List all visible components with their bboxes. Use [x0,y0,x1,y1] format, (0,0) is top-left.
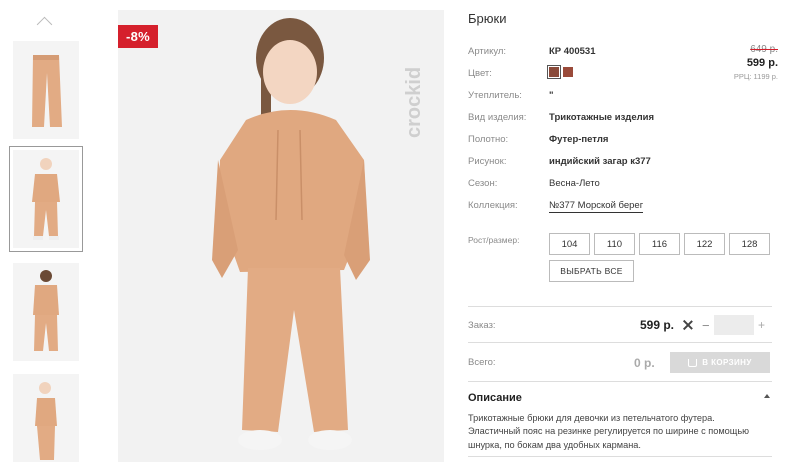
old-price: 649 р. [750,44,778,55]
description-text: Трикотажные брюки для девочки из петельч… [468,413,750,450]
spec-label: Цвет: [468,68,492,79]
order-price: 599 р. [640,318,675,332]
color-swatch-selected[interactable] [547,65,561,79]
total-value: 0 р. [634,356,655,370]
side-view-thumbnail-image [13,374,79,462]
add-to-cart-button[interactable]: В КОРЗИНУ [670,352,770,373]
spec-label: Артикул: [468,46,507,57]
new-price: 599 р. [746,57,778,69]
collapse-caret-up-icon[interactable] [764,394,770,398]
brand-logo-text: crockid [403,67,425,138]
product-title: Брюки [468,11,507,26]
size-label: Рост/размер: [468,235,520,245]
size-button-122[interactable]: 122 [684,233,725,255]
size-row: Рост/размер: [468,233,548,249]
thumbnails-up-arrow-icon[interactable] [36,14,52,30]
spec-value: Трикотажные изделия [549,112,655,123]
spec-label: Сезон: [468,178,498,189]
divider [468,381,772,382]
spec-value: КР 400531 [549,46,596,57]
spec-label: Вид изделия: [468,112,527,123]
spec-row-fabric: Полотно: Футер-петля [468,132,778,148]
size-button-128[interactable]: 128 [729,233,770,255]
front-view-thumbnail-image [13,150,79,248]
quantity-decrease-button[interactable]: − [702,318,710,333]
spec-label: Коллекция: [468,200,518,211]
size-button-104[interactable]: 104 [549,233,590,255]
back-view-thumbnail-image [13,263,79,361]
thumbnail-front-view[interactable] [9,146,83,252]
divider [468,456,772,457]
spec-value: индийский загар к377 [549,156,651,167]
spec-row-article: Артикул: КР 400531 [468,44,778,60]
spec-value: Футер-петля [549,134,609,145]
spec-label: Полотно: [468,134,509,145]
size-button-110[interactable]: 110 [594,233,635,255]
size-button-116[interactable]: 116 [639,233,680,255]
spec-row-color: Цвет: [468,65,778,82]
price-box: 649 р. 599 р. РРЦ: 1199 р. [734,44,778,81]
thumbnail-side-view[interactable] [13,374,79,462]
color-swatch[interactable] [563,67,573,77]
recommended-retail-price: РРЦ: 1199 р. [733,72,778,81]
quantity-input[interactable] [714,315,754,335]
spec-value: " [549,90,554,101]
select-all-sizes-button[interactable]: ВЫБРАТЬ ВСЕ [549,260,634,282]
spec-row-pattern: Рисунок: индийский загар к377 [468,154,778,170]
main-product-image[interactable] [118,10,444,462]
spec-label: Рисунок: [468,156,507,167]
spec-value: Весна-Лето [549,178,600,189]
spec-label: Утеплитель: [468,90,522,101]
remove-close-icon[interactable] [683,320,693,330]
cart-icon [688,358,698,367]
spec-row-season: Сезон: Весна-Лето [468,176,778,192]
total-label: Всего: [468,357,496,368]
girl-in-tracksuit-illustration [118,10,444,462]
pants-thumbnail-image [13,41,79,139]
thumbnail-pants[interactable] [13,41,79,139]
collection-link[interactable]: №377 Морской берег [549,200,644,213]
spec-row-product-type: Вид изделия: Трикотажные изделия [468,110,778,126]
spec-row-collection: Коллекция: №377 Морской берег [468,198,778,214]
discount-badge: -8% [118,25,159,48]
divider [468,342,772,343]
add-to-cart-label: В КОРЗИНУ [702,358,752,367]
crockid-logo-icon: crockid [403,67,425,138]
spec-row-insulation: Утеплитель: " [468,88,778,104]
quantity-increase-button[interactable]: + [758,318,765,332]
divider [468,306,772,307]
thumbnail-back-view[interactable] [13,263,79,361]
order-label: Заказ: [468,320,496,331]
description-heading[interactable]: Описание [468,392,522,404]
